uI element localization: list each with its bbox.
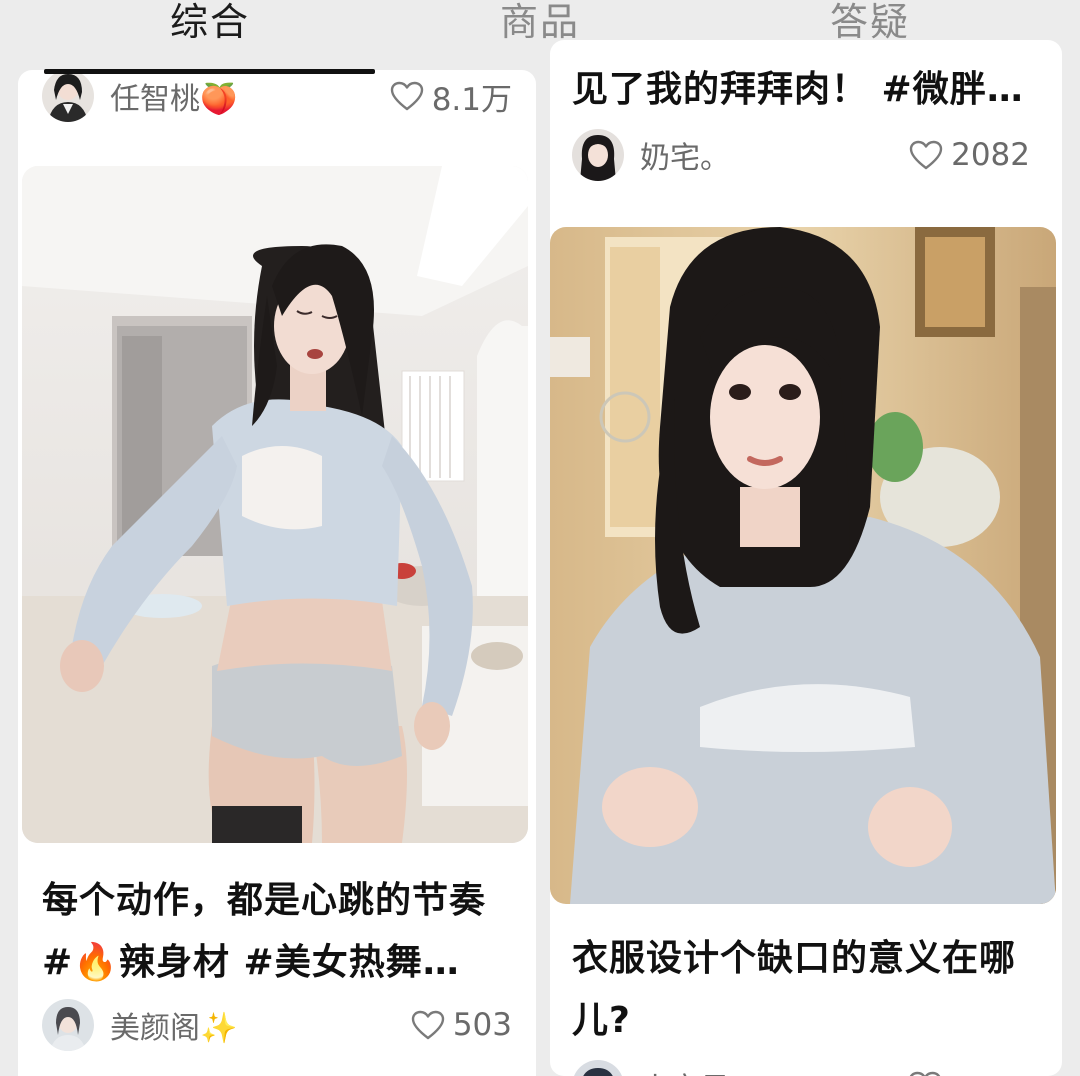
like-count[interactable]: 1.2万 xyxy=(908,1058,1030,1076)
like-count[interactable]: 2082 xyxy=(909,127,1030,183)
like-count[interactable]: 503 xyxy=(411,997,512,1053)
avatar[interactable] xyxy=(572,1060,624,1076)
right-feed-column: 见了我的拜拜肉！ #微胖… 奶宅。 2082 衣服设计个缺口的意义在哪 儿? xyxy=(550,40,1062,1076)
heart-outline-icon xyxy=(909,140,943,170)
post-meta: 小宝贝 1.2万 xyxy=(572,1058,1030,1076)
post-meta: 美颜阁✨ 503 xyxy=(42,997,512,1053)
post-meta: 任智桃🍑 8.1万 xyxy=(42,70,512,124)
post-meta: 奶宅。 2082 xyxy=(572,127,1030,183)
heart-outline-icon xyxy=(390,81,423,111)
post-title[interactable]: 衣服设计个缺口的意义在哪 儿? xyxy=(572,928,1052,1052)
active-tab-indicator xyxy=(44,69,375,74)
avatar[interactable] xyxy=(42,999,94,1051)
heart-outline-icon xyxy=(411,1010,445,1040)
tab-products[interactable]: 商品 xyxy=(500,0,580,44)
heart-outline-icon xyxy=(909,1071,940,1076)
post-title[interactable]: 见了我的拜拜肉！ #微胖… xyxy=(572,60,1052,120)
post-title[interactable]: 每个动作，都是心跳的节奏 #🔥辣身材 #美女热舞… xyxy=(42,870,522,994)
author-name[interactable]: 任智桃🍑 xyxy=(110,74,237,118)
post-cover-image[interactable] xyxy=(22,166,528,843)
avatar[interactable] xyxy=(572,129,624,181)
left-feed-column: 任智桃🍑 8.1万 每个动作，都是心跳的节奏 #🔥辣身材 #美女热舞… 美颜阁✨… xyxy=(18,70,536,1076)
author-name[interactable]: 美颜阁✨ xyxy=(110,1003,237,1047)
avatar[interactable] xyxy=(42,70,94,122)
author-name[interactable]: 小宝贝 xyxy=(640,1064,730,1076)
tab-comprehensive[interactable]: 综合 xyxy=(170,0,250,44)
author-name[interactable]: 奶宅。 xyxy=(640,133,730,177)
like-count[interactable]: 8.1万 xyxy=(390,70,512,124)
post-cover-image[interactable] xyxy=(550,227,1056,904)
tab-qa[interactable]: 答疑 xyxy=(830,0,910,44)
